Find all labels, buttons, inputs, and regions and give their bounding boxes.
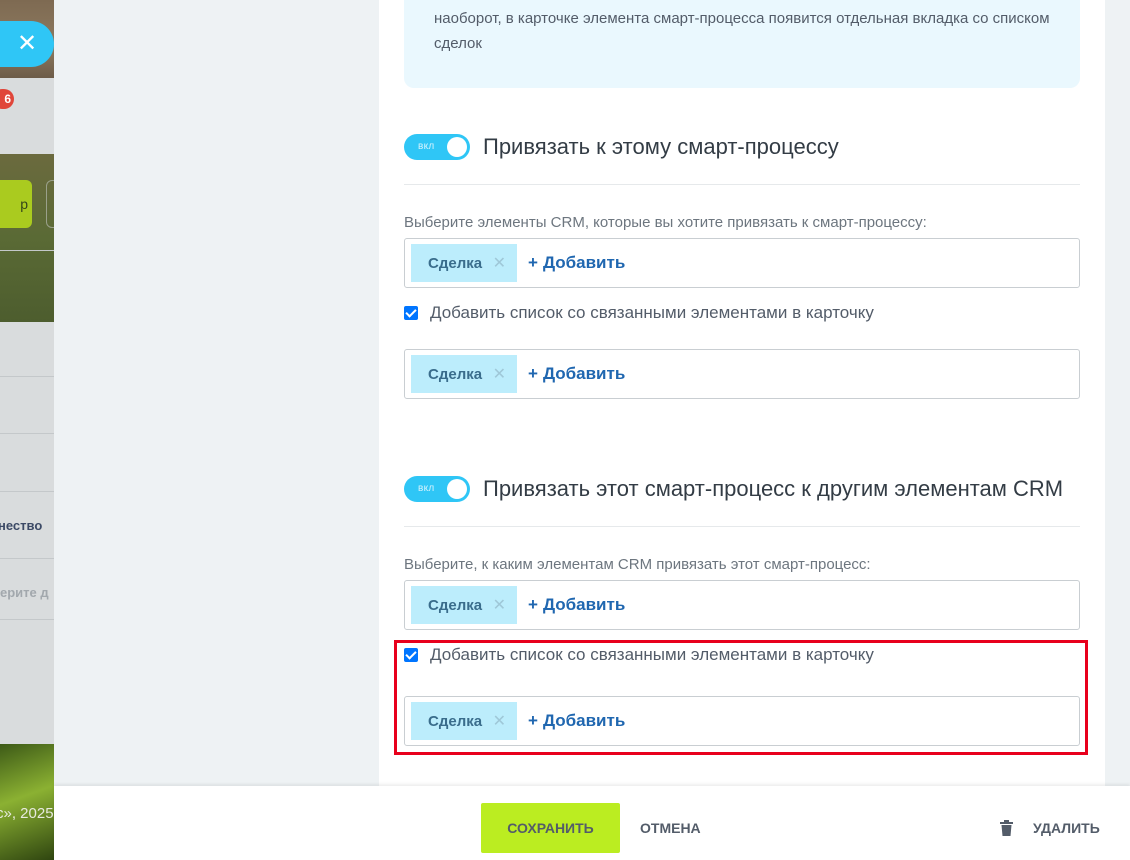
bind-this-toggle[interactable]: вкл (404, 476, 470, 502)
bind-to-toggle[interactable]: вкл (404, 134, 470, 160)
red-highlight-frame (394, 640, 1088, 755)
toggle-label: вкл (418, 483, 435, 494)
save-button[interactable]: СОХРАНИТЬ (481, 803, 620, 853)
close-icon: ✕ (16, 30, 38, 57)
hint-text: Выберите, к каким элементам CRM привязат… (404, 556, 871, 573)
crm-entity-selector[interactable]: Сделка ✕ + Добавить (404, 580, 1080, 630)
divider (404, 184, 1080, 185)
notification-badge: 6 (0, 89, 14, 109)
entity-tag-label: Сделка (428, 365, 483, 383)
section-title: Привязать к этому смарт-процессу (483, 134, 839, 159)
close-slider-button[interactable]: ✕ (0, 21, 54, 67)
entity-tag[interactable]: Сделка ✕ (411, 355, 517, 393)
add-entity-link[interactable]: + Добавить (528, 364, 625, 384)
add-entity-link[interactable]: + Добавить (528, 253, 625, 273)
divider (0, 250, 54, 251)
toggle-knob (447, 137, 467, 157)
plus-icon: + (528, 253, 538, 272)
background-text: ерите д (0, 585, 49, 600)
slider-panel: наоборот, в карточке элемента смарт-проц… (54, 0, 1130, 860)
background-green-button: р (0, 180, 32, 228)
add-entity-link[interactable]: + Добавить (528, 595, 625, 615)
divider (404, 526, 1080, 527)
add-list-checkbox[interactable] (404, 306, 418, 320)
background-copyright: с», 2025 (0, 805, 54, 822)
background-page: 6 р нество ерите д с», 2025 (0, 0, 54, 860)
divider (0, 558, 54, 559)
plus-icon: + (528, 595, 538, 614)
info-box: наоборот, в карточке элемента смарт-проц… (404, 0, 1080, 88)
toggle-label: вкл (418, 141, 435, 152)
add-entity-label: Добавить (542, 364, 626, 383)
crm-entity-selector[interactable]: Сделка ✕ + Добавить (404, 238, 1080, 288)
toggle-knob (447, 479, 467, 499)
trash-icon (1000, 820, 1013, 836)
entity-tag-label: Сделка (428, 254, 483, 272)
add-list-checkbox-row[interactable]: Добавить список со связанными элементами… (404, 303, 874, 323)
divider (0, 433, 54, 434)
remove-tag-icon[interactable]: ✕ (493, 253, 506, 273)
settings-card: наоборот, в карточке элемента смарт-проц… (379, 0, 1105, 786)
info-text: наоборот, в карточке элемента смарт-проц… (434, 10, 1050, 52)
section-title: Привязать этот смарт-процесс к другим эл… (483, 476, 1064, 501)
remove-tag-icon[interactable]: ✕ (493, 595, 506, 615)
cancel-button[interactable]: ОТМЕНА (640, 803, 701, 853)
background-text: нество (0, 518, 43, 533)
remove-tag-icon[interactable]: ✕ (493, 364, 506, 384)
delete-button[interactable]: УДАЛИТЬ (1000, 803, 1100, 853)
background-outline-button (46, 180, 54, 228)
crm-entity-selector[interactable]: Сделка ✕ + Добавить (404, 349, 1080, 399)
section-header-bind-to: вкл Привязать к этому смарт-процессу (404, 132, 839, 162)
entity-tag[interactable]: Сделка ✕ (411, 586, 517, 624)
footer-bar: СОХРАНИТЬ ОТМЕНА УДАЛИТЬ (54, 786, 1130, 860)
delete-label: УДАЛИТЬ (1033, 820, 1100, 836)
plus-icon: + (528, 364, 538, 383)
hint-text: Выберите элементы CRM, которые вы хотите… (404, 214, 927, 231)
add-entity-label: Добавить (542, 595, 626, 614)
section-header-bind-this: вкл Привязать этот смарт-процесс к други… (404, 474, 1063, 504)
divider (0, 491, 54, 492)
entity-tag-label: Сделка (428, 596, 483, 614)
checkbox-label: Добавить список со связанными элементами… (430, 303, 874, 322)
add-entity-label: Добавить (542, 253, 626, 272)
entity-tag[interactable]: Сделка ✕ (411, 244, 517, 282)
divider (0, 376, 54, 377)
background-footer-image (0, 744, 54, 860)
divider (0, 619, 54, 620)
